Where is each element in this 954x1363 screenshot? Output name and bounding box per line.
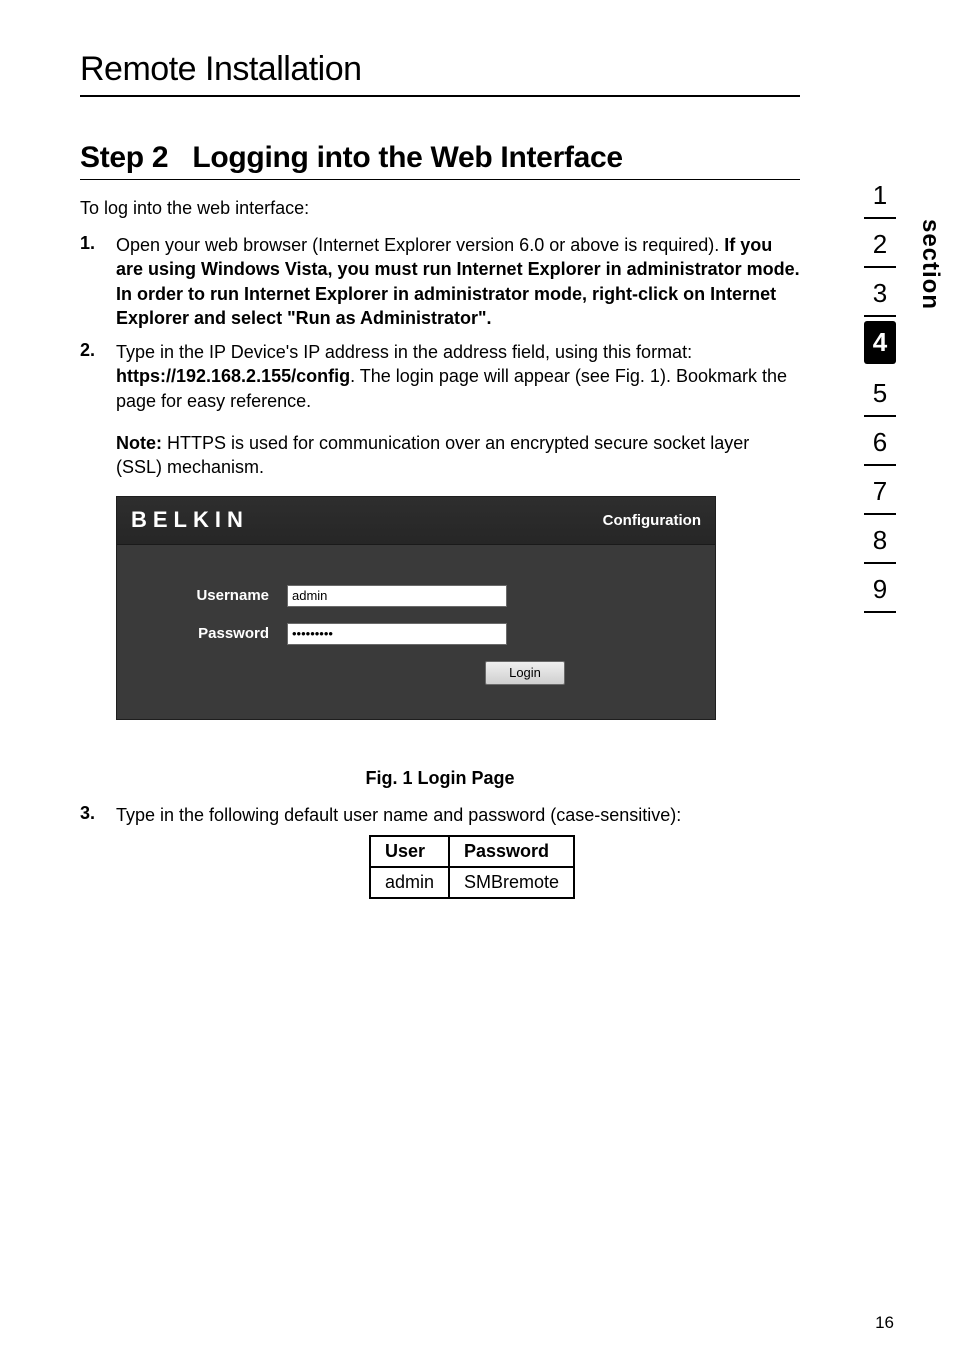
list-item: 2. Type in the IP Device's IP address in… (80, 340, 800, 413)
th-password: Password (449, 836, 574, 867)
note-label: Note: (116, 433, 162, 453)
page: Remote Installation Step 2 Logging into … (0, 0, 954, 1363)
note-block: Note: HTTPS is used for communication ov… (116, 431, 800, 480)
tab-2[interactable]: 2 (864, 219, 896, 268)
username-row: Username (147, 585, 685, 607)
list-item: 3. Type in the following default user na… (80, 803, 800, 827)
section-tabs: 1 2 3 4 5 6 7 8 9 (850, 170, 910, 613)
button-row: Login (147, 661, 685, 685)
login-screenshot: BELKIN Configuration Username Password L… (116, 496, 716, 720)
step-name: Logging into the Web Interface (192, 141, 622, 174)
table-row: User Password (370, 836, 574, 867)
list-body: Type in the following default user name … (116, 803, 681, 827)
list-number: 3. (80, 803, 116, 827)
title-block: Remote Installation (80, 50, 864, 97)
password-input[interactable] (287, 623, 507, 645)
username-input[interactable] (287, 585, 507, 607)
tab-4[interactable]: 4 (864, 321, 896, 364)
tab-7[interactable]: 7 (864, 466, 896, 515)
tab-3[interactable]: 3 (864, 268, 896, 317)
ordered-list-cont: 3. Type in the following default user na… (80, 803, 800, 827)
tab-6[interactable]: 6 (864, 417, 896, 466)
title-rule (80, 95, 800, 97)
text: Open your web browser (Internet Explorer… (116, 235, 724, 255)
note-text: HTTPS is used for communication over an … (116, 433, 749, 477)
table-row: admin SMBremote (370, 867, 574, 898)
password-row: Password (147, 623, 685, 645)
td-password: SMBremote (449, 867, 574, 898)
login-header: BELKIN Configuration (117, 497, 715, 545)
password-label: Password (147, 625, 287, 642)
list-body: Open your web browser (Internet Explorer… (116, 233, 800, 330)
login-body: Username Password Login (117, 545, 715, 719)
th-user: User (370, 836, 449, 867)
url-text: https://192.168.2.155/config (116, 366, 350, 386)
list-number: 1. (80, 233, 116, 330)
tab-8[interactable]: 8 (864, 515, 896, 564)
list-item: 1. Open your web browser (Internet Explo… (80, 233, 800, 330)
config-title: Configuration (603, 512, 701, 529)
username-label: Username (147, 587, 287, 604)
login-button[interactable]: Login (485, 661, 565, 685)
list-number: 2. (80, 340, 116, 413)
intro-text: To log into the web interface: (80, 198, 864, 219)
step-number: Step 2 (80, 141, 168, 174)
page-number: 16 (875, 1313, 894, 1333)
td-user: admin (370, 867, 449, 898)
tab-9[interactable]: 9 (864, 564, 896, 613)
step-heading: Step 2 Logging into the Web Interface (80, 141, 864, 175)
figure-caption: Fig. 1 Login Page (80, 768, 800, 789)
step-rule (80, 179, 800, 180)
list-body: Type in the IP Device's IP address in th… (116, 340, 800, 413)
page-title: Remote Installation (80, 50, 864, 89)
credentials-table: User Password admin SMBremote (369, 835, 575, 899)
tab-5[interactable]: 5 (864, 368, 896, 417)
section-label: section (916, 219, 944, 310)
ordered-list: 1. Open your web browser (Internet Explo… (80, 233, 800, 413)
text: Type in the IP Device's IP address in th… (116, 342, 692, 362)
brand-logo: BELKIN (131, 507, 249, 533)
tab-1[interactable]: 1 (864, 170, 896, 219)
